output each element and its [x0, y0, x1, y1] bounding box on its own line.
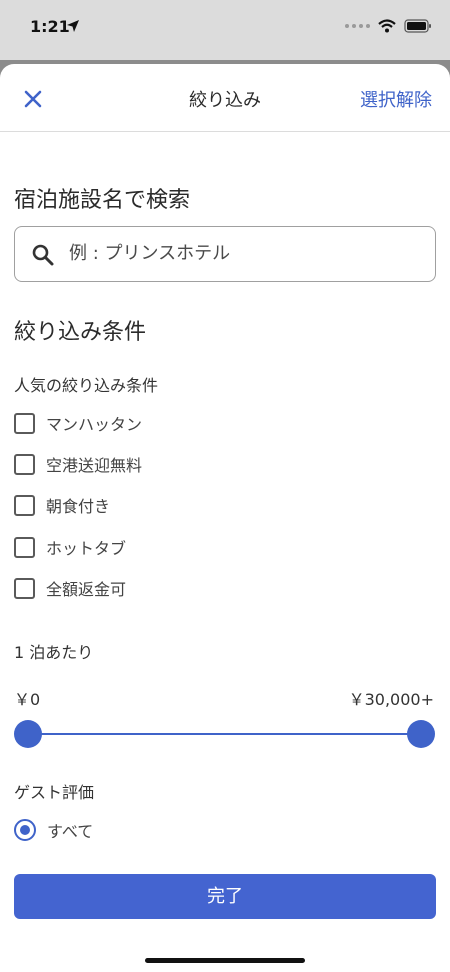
guest-rating-option-all[interactable]: すべて — [14, 818, 93, 842]
done-button[interactable]: 完了 — [14, 874, 436, 919]
radio-button[interactable] — [14, 819, 36, 841]
signal-dots-icon — [345, 24, 370, 28]
filter-label: ホットタブ — [46, 539, 127, 558]
filter-label: マンハッタン — [46, 415, 143, 434]
location-arrow-icon — [67, 20, 79, 32]
clear-selection-button[interactable]: 選択解除 — [360, 86, 432, 112]
radio-selected-dot — [20, 825, 30, 835]
filter-hot-tub[interactable]: ホットタブ — [14, 535, 126, 559]
nav-bar: 絞り込み 選択解除 — [0, 64, 450, 132]
filter-free-airport-shuttle[interactable]: 空港送迎無料 — [14, 452, 142, 476]
checkbox[interactable] — [14, 412, 35, 434]
search-box[interactable] — [14, 226, 436, 282]
search-icon — [32, 244, 54, 266]
filter-sheet: 絞り込み 選択解除 宿泊施設名で検索 絞り込み条件 人気の絞り込み条件 マンハッ… — [0, 64, 450, 972]
checkbox[interactable] — [14, 536, 35, 558]
filter-breakfast-included[interactable]: 朝食付き — [14, 493, 110, 517]
price-slider-min-thumb[interactable] — [14, 720, 42, 748]
status-indicators — [345, 19, 432, 33]
filter-manhattan[interactable]: マンハッタン — [14, 411, 142, 435]
search-section-title: 宿泊施設名で検索 — [14, 188, 191, 213]
status-bar: 1:21 — [0, 0, 450, 60]
filter-label: 全額返金可 — [46, 580, 127, 599]
checkbox[interactable] — [14, 453, 35, 475]
price-slider-track[interactable] — [28, 733, 421, 735]
status-time: 1:21 — [30, 17, 70, 36]
radio-label: すべて — [47, 822, 94, 841]
battery-icon — [404, 19, 431, 33]
filters-section-title: 絞り込み条件 — [14, 320, 147, 345]
home-indicator — [145, 958, 305, 963]
checkbox[interactable] — [14, 577, 35, 599]
guest-rating-heading: ゲスト評価 — [14, 783, 95, 802]
filter-fully-refundable[interactable]: 全額返金可 — [14, 576, 126, 600]
filter-label: 朝食付き — [46, 497, 111, 516]
popular-filters-heading: 人気の絞り込み条件 — [14, 376, 159, 395]
checkbox[interactable] — [14, 494, 35, 516]
filter-label: 空港送迎無料 — [46, 456, 143, 475]
price-max-label: ￥30,000+ — [348, 690, 434, 709]
price-per-night-heading: 1 泊あたり — [14, 643, 94, 662]
price-slider-max-thumb[interactable] — [407, 720, 435, 748]
wifi-icon — [378, 19, 396, 33]
hotel-name-search-input[interactable] — [69, 227, 419, 280]
price-min-label: ￥0 — [14, 690, 41, 709]
